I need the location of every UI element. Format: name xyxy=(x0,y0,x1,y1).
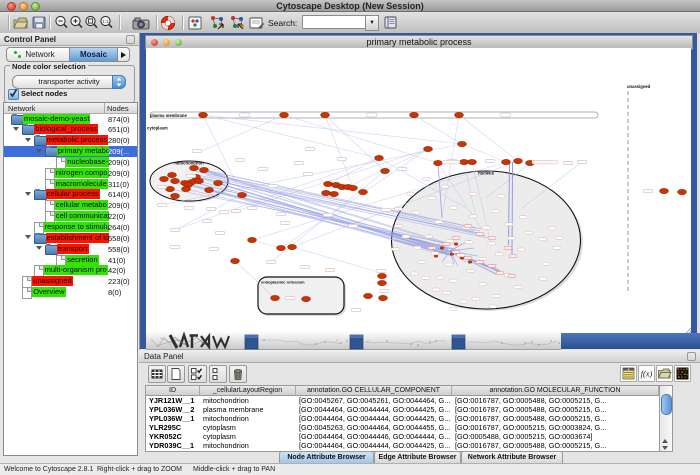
svg-text:1:1: 1:1 xyxy=(102,19,109,24)
svg-text:nucleus: nucleus xyxy=(478,171,494,176)
svg-text:f(x): f(x) xyxy=(641,369,653,379)
svg-text:endoplasmic reticulum: endoplasmic reticulum xyxy=(261,280,305,285)
svg-text:mitochondrion: mitochondrion xyxy=(174,161,204,166)
svg-text:plasma membrane: plasma membrane xyxy=(150,113,187,118)
svg-text:cytoplasm: cytoplasm xyxy=(147,126,168,131)
svg-text:unassigned: unassigned xyxy=(627,84,651,89)
